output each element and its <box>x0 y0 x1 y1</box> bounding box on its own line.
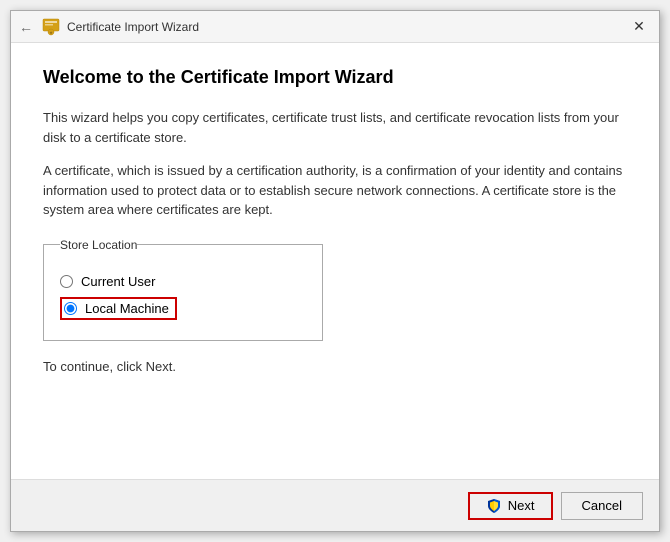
description-2: A certificate, which is issued by a cert… <box>43 161 627 220</box>
description-1: This wizard helps you copy certificates,… <box>43 108 627 147</box>
cancel-button[interactable]: Cancel <box>561 492 643 520</box>
local-machine-label: Local Machine <box>85 301 169 316</box>
store-location-group: Store Location Current User Local Machin… <box>43 238 323 341</box>
back-button[interactable]: ← <box>19 19 33 35</box>
title-bar: ← ★ Certificate Import Wizard ✕ <box>11 11 659 43</box>
page-title: Welcome to the Certificate Import Wizard <box>43 67 627 88</box>
next-button[interactable]: Next <box>468 492 553 520</box>
current-user-radio[interactable] <box>60 275 73 288</box>
current-user-option[interactable]: Current User <box>60 274 306 289</box>
local-machine-radio[interactable] <box>64 302 77 315</box>
svg-text:★: ★ <box>49 30 53 35</box>
continue-text: To continue, click Next. <box>43 359 627 374</box>
store-location-legend: Store Location <box>60 238 137 252</box>
wizard-icon: ★ <box>41 17 61 37</box>
local-machine-option[interactable]: Local Machine <box>60 297 177 320</box>
cancel-label: Cancel <box>582 498 622 513</box>
wizard-window: ← ★ Certificate Import Wizard ✕ Welcome … <box>10 10 660 532</box>
footer: Next Cancel <box>11 479 659 531</box>
next-label: Next <box>508 498 535 513</box>
title-bar-text: Certificate Import Wizard <box>67 20 627 34</box>
wizard-content: Welcome to the Certificate Import Wizard… <box>11 43 659 479</box>
current-user-label: Current User <box>81 274 155 289</box>
close-button[interactable]: ✕ <box>627 15 651 39</box>
shield-icon <box>486 498 502 514</box>
